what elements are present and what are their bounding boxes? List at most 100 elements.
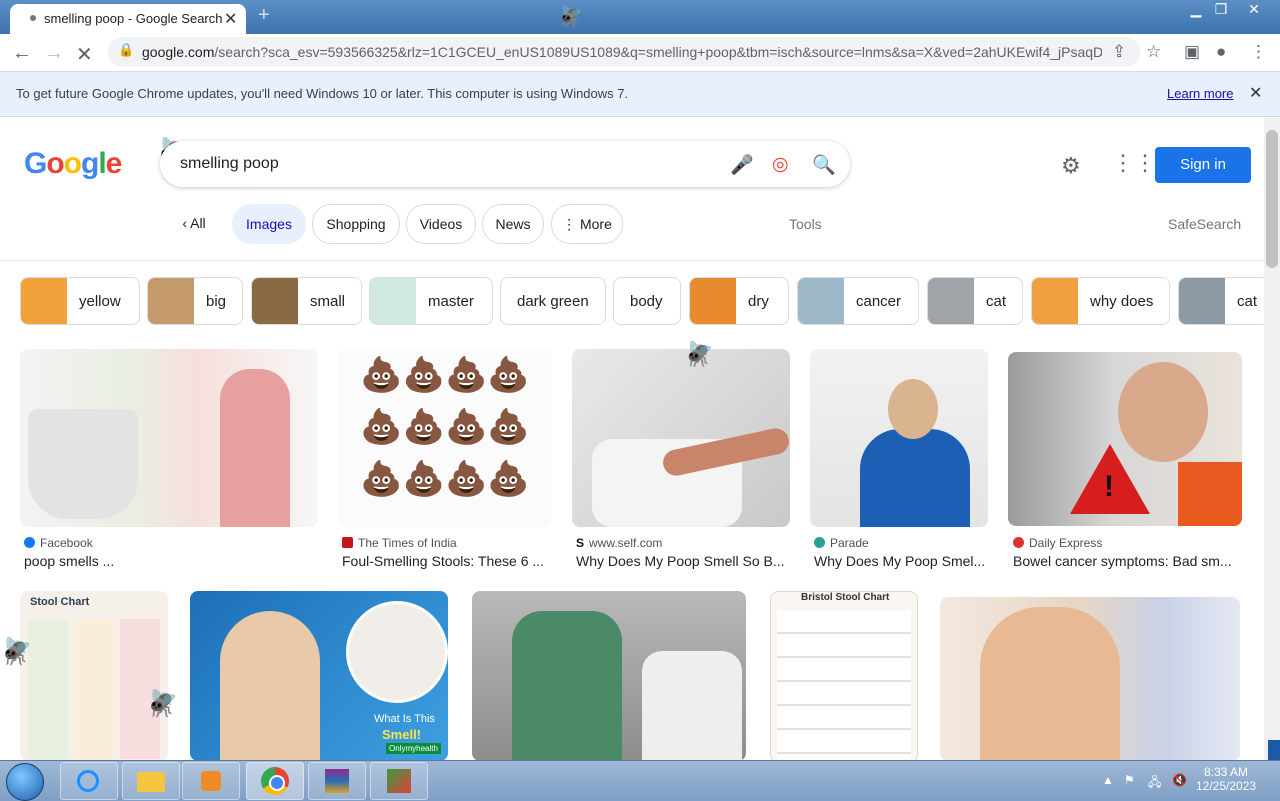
scrollbar-thumb[interactable] (1266, 130, 1278, 268)
bristol-chart-title: Bristol Stool Chart (801, 592, 890, 603)
toilet-photo (642, 651, 742, 761)
browser-toolbar: ← → ✕ 🔒 google.com/search?sca_esv=593566… (0, 34, 1280, 72)
result-caption[interactable]: Bowel cancer symptoms: Bad sm... (1013, 553, 1241, 569)
tab-images[interactable]: Images (232, 204, 306, 244)
result-source: Facebook (24, 536, 93, 550)
taskbar-clock[interactable]: 8:33 AM 12/25/2023 (1196, 765, 1256, 793)
tab-more[interactable]: ⋮ More (551, 204, 623, 244)
result-image[interactable] (472, 591, 746, 761)
tab-videos[interactable]: Videos (406, 204, 476, 244)
chip-master[interactable]: master (369, 277, 493, 325)
profile-avatar-icon[interactable]: ● (1216, 42, 1226, 62)
chip-why-does[interactable]: why does (1031, 277, 1170, 325)
show-hidden-icons[interactable]: ▲ (1102, 773, 1114, 787)
bookmark-star-icon[interactable]: ☆ (1146, 42, 1161, 62)
taskbar-ie-icon[interactable] (60, 762, 118, 800)
new-tab-icon[interactable]: + (258, 4, 270, 27)
chip-big[interactable]: big (147, 277, 243, 325)
search-box[interactable]: smelling poop 🎤 ◎ 🔍 (160, 141, 850, 187)
minimize-window-icon[interactable]: ▁ (1182, 0, 1210, 20)
ad-brand: Onlymyhealth (386, 743, 441, 754)
chip-yellow[interactable]: yellow (20, 277, 140, 325)
taskbar-explorer-icon[interactable] (122, 762, 180, 800)
chip-cat[interactable]: cat (927, 277, 1023, 325)
chip-body[interactable]: body (613, 277, 681, 325)
result-image[interactable]: ! (1008, 352, 1242, 526)
chip-small[interactable]: small (251, 277, 362, 325)
taskbar-winrar-icon[interactable] (308, 762, 366, 800)
windows-start-button[interactable] (6, 763, 44, 801)
divider (0, 260, 1264, 261)
stool-chart-title: Stool Chart (30, 596, 90, 608)
taskbar-app-icon[interactable] (370, 762, 428, 800)
chip-cat-2[interactable]: cat (1178, 277, 1270, 325)
tab-shopping[interactable]: Shopping (312, 204, 400, 244)
fly-decoration-icon: 🪰 (684, 341, 714, 368)
toi-icon (342, 537, 353, 548)
restore-window-icon[interactable]: ❐ (1207, 0, 1235, 20)
back-arrow-icon[interactable]: ← (12, 42, 32, 65)
poop-emoji-grid: 💩💩💩💩 💩💩💩💩 💩💩💩💩 (360, 356, 530, 498)
lens-search-icon[interactable]: ◎ (772, 153, 789, 176)
result-caption[interactable]: Why Does My Poop Smell So B... (576, 553, 786, 569)
result-caption[interactable]: Foul-Smelling Stools: These 6 ... (342, 553, 552, 569)
result-caption[interactable]: Why Does My Poop Smel... (814, 553, 986, 569)
learn-more-link[interactable]: Learn more (1167, 86, 1233, 101)
clock-date: 12/25/2023 (1196, 779, 1257, 793)
tools-button[interactable]: Tools (789, 216, 822, 232)
voice-search-icon[interactable]: 🎤 (730, 153, 754, 177)
result-image[interactable]: What Is This Smell! Onlymyhealth (190, 591, 448, 761)
search-input[interactable]: smelling poop (180, 155, 279, 173)
forward-arrow-icon[interactable]: → (44, 42, 64, 65)
update-message: To get future Google Chrome updates, you… (16, 86, 629, 101)
close-tab-icon[interactable]: ✕ (224, 9, 237, 29)
apps-grid-icon[interactable]: ⋮⋮ (1112, 150, 1156, 176)
volume-muted-icon[interactable]: 🔇 (1172, 773, 1187, 787)
result-source: Parade (814, 536, 869, 550)
safesearch-button[interactable]: SafeSearch (1168, 216, 1241, 232)
chip-dry[interactable]: dry (689, 277, 789, 325)
toilet-illustration (28, 409, 138, 519)
chip-dark-green[interactable]: dark green (500, 277, 606, 325)
browser-tab[interactable]: smelling poop - Google Search ✕ (10, 4, 246, 34)
woman-illustration (220, 369, 290, 527)
network-icon[interactable]: 🖧 (1148, 773, 1161, 794)
chip-cancer[interactable]: cancer (797, 277, 919, 325)
ad-text: What Is This (374, 713, 435, 725)
stop-loading-icon[interactable]: ✕ (76, 42, 93, 67)
lock-icon: 🔒 (118, 42, 135, 57)
facebook-icon (24, 537, 35, 548)
sign-in-button[interactable]: Sign in (1155, 147, 1251, 183)
settings-gear-icon[interactable]: ⚙ (1061, 153, 1081, 179)
result-image[interactable]: Bristol Stool Chart (770, 591, 918, 763)
chart-column (74, 619, 114, 759)
toilet-circle-photo (346, 601, 448, 703)
address-bar[interactable]: 🔒 google.com/search?sca_esv=593566325&rl… (108, 37, 1140, 67)
close-infobar-icon[interactable]: ✕ (1249, 83, 1262, 103)
show-desktop-button[interactable] (1268, 740, 1280, 760)
result-image[interactable] (940, 597, 1240, 761)
side-panel-icon[interactable]: ▣ (1184, 42, 1200, 62)
result-image[interactable]: Stool Chart (20, 591, 168, 761)
tab-news[interactable]: News (482, 204, 544, 244)
result-image[interactable] (810, 349, 988, 527)
result-image[interactable] (20, 349, 318, 527)
chart-column (28, 619, 68, 759)
taskbar-media-player-icon[interactable] (182, 762, 240, 800)
search-icon[interactable]: 🔍 (812, 153, 836, 177)
daily-express-icon (1013, 537, 1024, 548)
google-logo[interactable]: Google (24, 147, 122, 181)
chrome-menu-icon[interactable]: ⋮ (1250, 42, 1267, 62)
face-photo (888, 379, 938, 439)
url-path: /search?sca_esv=593566325&rlz=1C1GCEU_en… (214, 44, 1102, 60)
share-icon[interactable]: ⇪ (1112, 42, 1126, 62)
result-caption[interactable]: poop smells ... (24, 553, 314, 569)
fly-decoration-icon: 🪰 (0, 636, 33, 666)
result-image[interactable]: 💩💩💩💩 💩💩💩💩 💩💩💩💩 (338, 349, 552, 527)
ad-text-highlight: Smell! (382, 727, 422, 742)
taskbar-chrome-icon[interactable] (246, 762, 304, 800)
action-center-icon[interactable]: ⚑ (1124, 773, 1135, 787)
result-image[interactable] (572, 349, 790, 527)
close-window-icon[interactable]: ✕ (1236, 0, 1272, 20)
tab-all[interactable]: ‹ All (168, 204, 220, 242)
